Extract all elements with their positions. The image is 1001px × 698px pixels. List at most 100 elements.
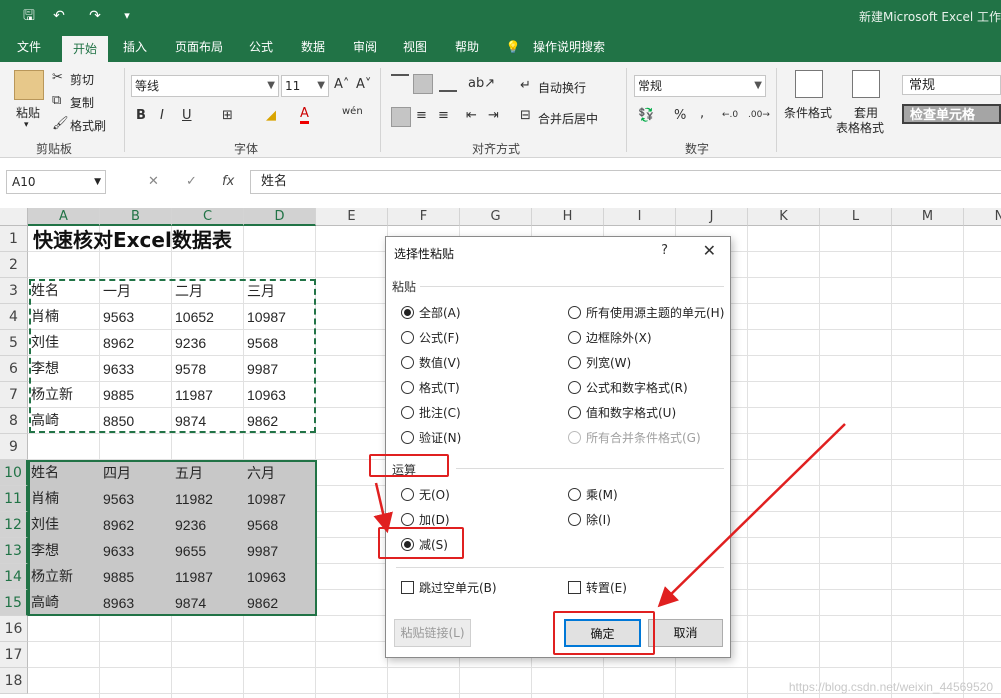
row-header-2[interactable]: 2 xyxy=(0,252,28,278)
cell-d8[interactable]: 9862 xyxy=(244,408,316,434)
cell-b5[interactable]: 8962 xyxy=(100,330,172,356)
row-header-7[interactable]: 7 xyxy=(0,382,28,408)
radio-button[interactable] xyxy=(401,331,414,344)
row-header-5[interactable]: 5 xyxy=(0,330,28,356)
cell-a11[interactable]: 肖楠 xyxy=(28,486,100,512)
number-format-combo[interactable]: 常规 ▼ xyxy=(634,75,766,97)
font-name-combo[interactable]: 等线 ▼ xyxy=(131,75,279,97)
tab-file[interactable]: 文件 xyxy=(8,32,50,62)
cell-b14[interactable]: 9885 xyxy=(100,564,172,590)
paste-link-button[interactable]: 粘贴链接(L) xyxy=(394,619,471,647)
tab-insert[interactable]: 插入 xyxy=(114,32,156,62)
row-header-17[interactable]: 17 xyxy=(0,642,28,668)
increase-indent-icon[interactable]: ⇥ xyxy=(488,108,499,123)
row-header-14[interactable]: 14 xyxy=(0,564,28,590)
conditional-format-button[interactable]: 条件格式 xyxy=(784,104,832,121)
cell-a15[interactable]: 高崎 xyxy=(28,590,100,616)
row-header-4[interactable]: 4 xyxy=(0,304,28,330)
tab-page-layout[interactable]: 页面布局 xyxy=(168,32,230,62)
radio-button[interactable] xyxy=(401,381,414,394)
comma-icon[interactable]: , xyxy=(700,106,704,121)
cancel-button[interactable]: 取消 xyxy=(648,619,723,647)
cell-a7[interactable]: 杨立新 xyxy=(28,382,100,408)
row-header-15[interactable]: 15 xyxy=(0,590,28,616)
radio-button[interactable] xyxy=(401,306,414,319)
cell-d12[interactable]: 9568 xyxy=(244,512,316,538)
column-header-l[interactable]: L xyxy=(820,208,892,226)
middle-align-icon[interactable] xyxy=(413,74,433,94)
orientation-icon[interactable]: ab↗ xyxy=(468,76,495,91)
top-align-icon[interactable] xyxy=(391,74,409,92)
name-box[interactable]: A10 ▼ xyxy=(6,170,106,194)
close-icon[interactable]: ✕ xyxy=(703,241,716,260)
cell-a10[interactable]: 姓名 xyxy=(28,460,100,486)
column-header-k[interactable]: K xyxy=(748,208,820,226)
row-header-8[interactable]: 8 xyxy=(0,408,28,434)
row-header-13[interactable]: 13 xyxy=(0,538,28,564)
paste-button[interactable]: 粘贴 xyxy=(16,104,40,121)
column-header-e[interactable]: E xyxy=(316,208,388,226)
decrease-indent-icon[interactable]: ⇤ xyxy=(466,108,477,123)
column-header-b[interactable]: B xyxy=(100,208,172,226)
row-header-18[interactable]: 18 xyxy=(0,668,28,694)
phonetic-icon[interactable]: wén xyxy=(342,106,363,117)
cut-button[interactable]: 剪切 xyxy=(70,71,94,88)
cell-c10[interactable]: 五月 xyxy=(172,460,244,486)
cell-c3[interactable]: 二月 xyxy=(172,278,244,304)
percent-icon[interactable]: % xyxy=(674,108,686,123)
insert-function-icon[interactable]: fx xyxy=(222,174,234,189)
cell-b11[interactable]: 9563 xyxy=(100,486,172,512)
radio-button[interactable] xyxy=(401,406,414,419)
row-header-11[interactable]: 11 xyxy=(0,486,28,512)
column-header-c[interactable]: C xyxy=(172,208,244,226)
cell-b6[interactable]: 9633 xyxy=(100,356,172,382)
cell-b7[interactable]: 9885 xyxy=(100,382,172,408)
radio-button[interactable] xyxy=(568,488,581,501)
cell-c12[interactable]: 9236 xyxy=(172,512,244,538)
font-size-combo[interactable]: 11 ▼ xyxy=(281,75,329,97)
column-header-g[interactable]: G xyxy=(460,208,532,226)
cell-b12[interactable]: 8962 xyxy=(100,512,172,538)
formula-input[interactable]: 姓名 xyxy=(250,170,1001,194)
cell-d13[interactable]: 9987 xyxy=(244,538,316,564)
row-header-10[interactable]: 10 xyxy=(0,460,28,486)
cell-a14[interactable]: 杨立新 xyxy=(28,564,100,590)
cell-b10[interactable]: 四月 xyxy=(100,460,172,486)
cell-a6[interactable]: 李想 xyxy=(28,356,100,382)
radio-button[interactable] xyxy=(568,406,581,419)
tab-review[interactable]: 审阅 xyxy=(344,32,386,62)
cell-a4[interactable]: 肖楠 xyxy=(28,304,100,330)
column-header-i[interactable]: I xyxy=(604,208,676,226)
cell-d14[interactable]: 10963 xyxy=(244,564,316,590)
bottom-align-icon[interactable] xyxy=(439,74,457,92)
cell-c15[interactable]: 9874 xyxy=(172,590,244,616)
row-header-3[interactable]: 3 xyxy=(0,278,28,304)
row-header-6[interactable]: 6 xyxy=(0,356,28,382)
cell-d5[interactable]: 9568 xyxy=(244,330,316,356)
sheet-title-cell[interactable]: 快速核对Excel数据表 xyxy=(33,226,232,254)
table-format-button-line2[interactable]: 表格格式 xyxy=(836,119,884,136)
wrap-text-button[interactable]: 自动换行 xyxy=(538,79,586,96)
fill-color-icon[interactable]: ◢ xyxy=(266,108,276,123)
style-normal[interactable]: 常规 xyxy=(902,75,1001,95)
tab-help[interactable]: 帮助 xyxy=(446,32,488,62)
radio-button[interactable] xyxy=(568,431,581,444)
tab-view[interactable]: 视图 xyxy=(394,32,436,62)
tell-me-search[interactable]: 操作说明搜索 xyxy=(528,32,610,62)
column-header-m[interactable]: M xyxy=(892,208,964,226)
font-color-icon[interactable]: A xyxy=(300,106,309,124)
row-header-12[interactable]: 12 xyxy=(0,512,28,538)
radio-button[interactable] xyxy=(401,488,414,501)
shrink-font-icon[interactable]: A˅ xyxy=(356,77,371,92)
radio-button[interactable] xyxy=(568,381,581,394)
format-painter-button[interactable]: 格式刷 xyxy=(70,117,106,134)
tab-data[interactable]: 数据 xyxy=(292,32,334,62)
tab-home[interactable]: 开始 xyxy=(62,36,108,62)
bold-icon[interactable]: B xyxy=(136,108,146,123)
cell-d10[interactable]: 六月 xyxy=(244,460,316,486)
cell-b4[interactable]: 9563 xyxy=(100,304,172,330)
cell-c7[interactable]: 11987 xyxy=(172,382,244,408)
save-icon[interactable]: 🖫 xyxy=(18,6,40,26)
cell-a8[interactable]: 高崎 xyxy=(28,408,100,434)
cell-d3[interactable]: 三月 xyxy=(244,278,316,304)
